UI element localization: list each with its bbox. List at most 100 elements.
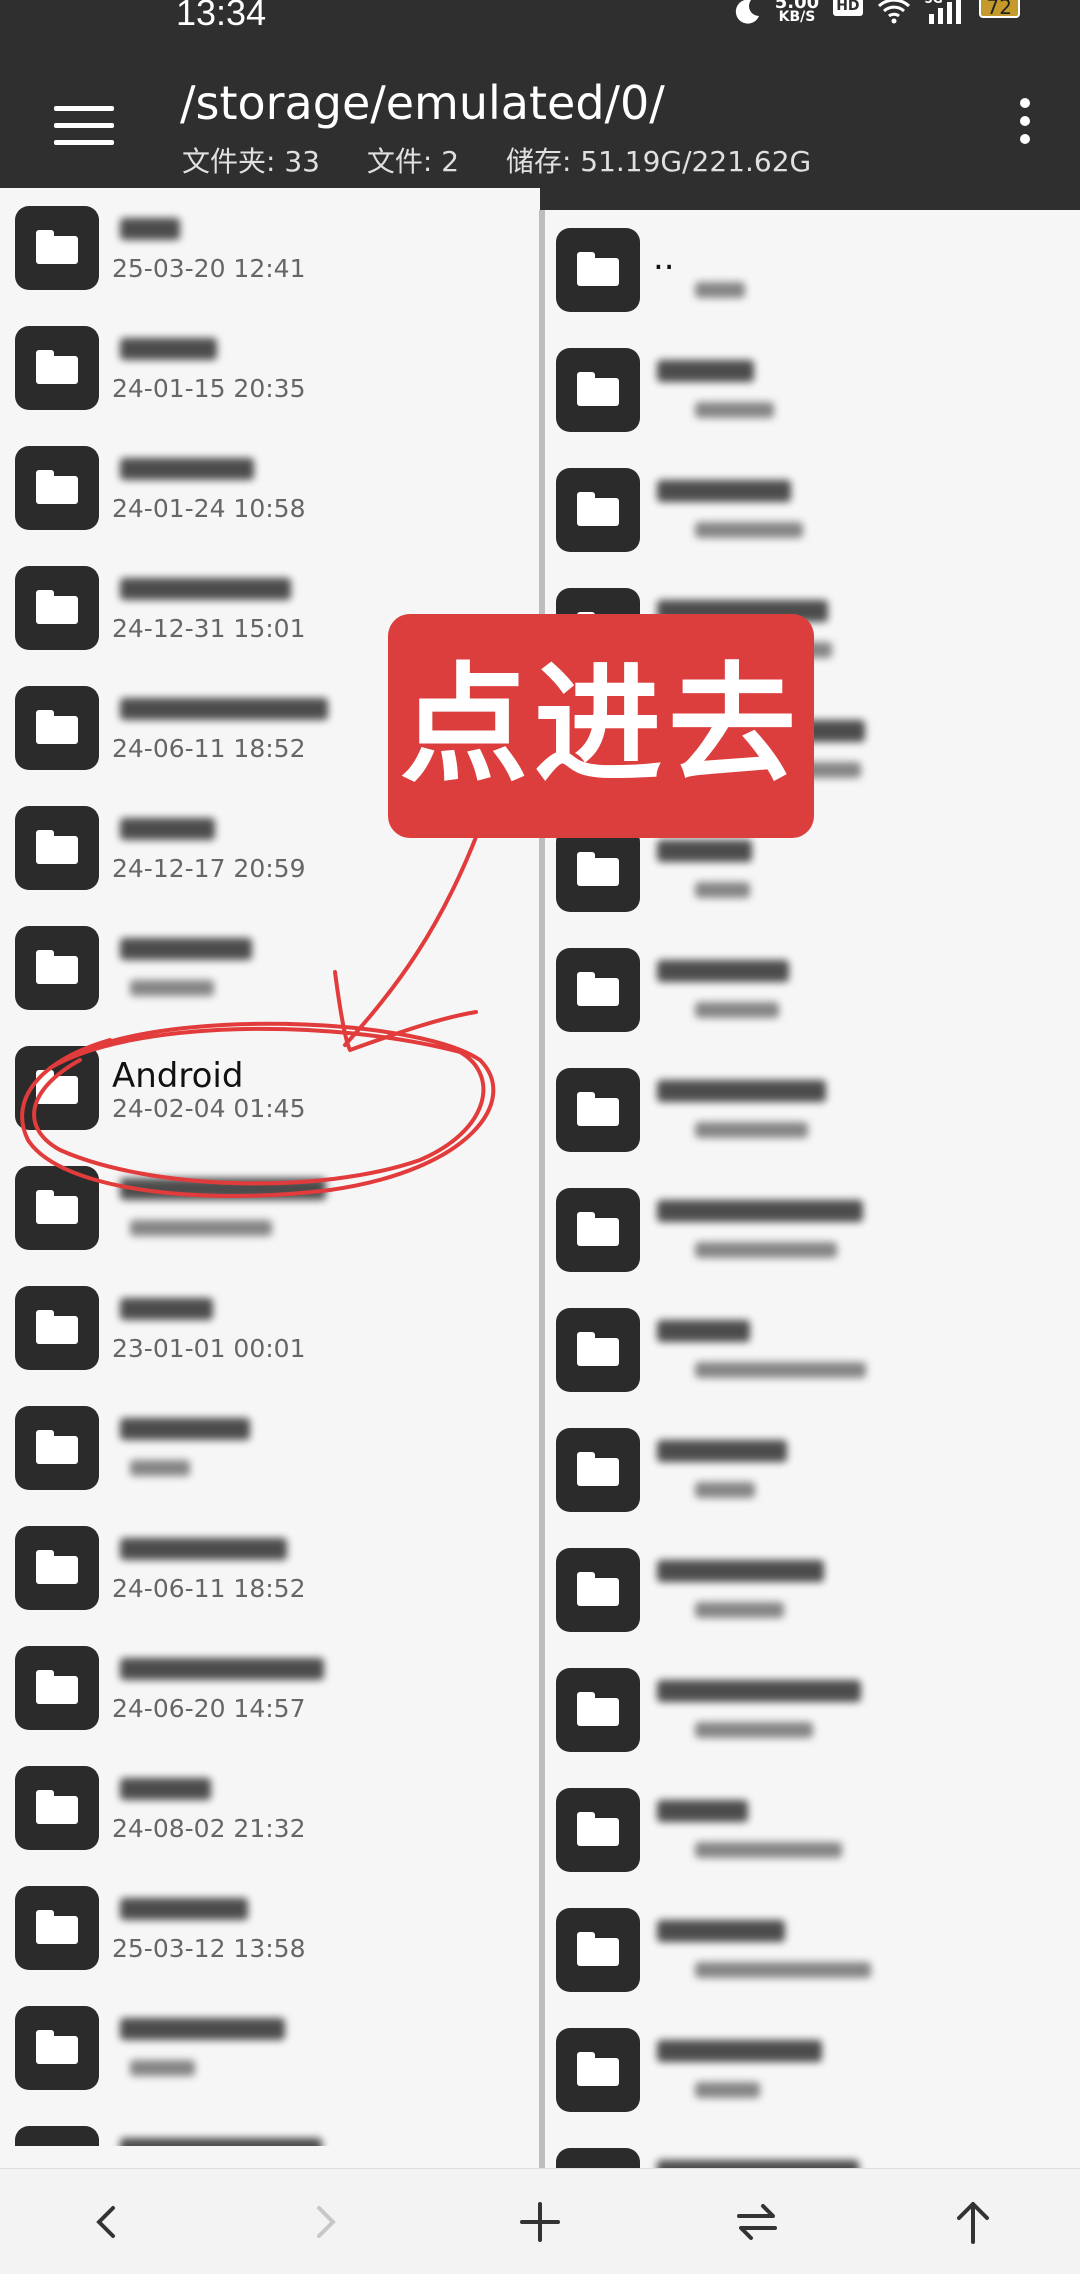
folder-icon bbox=[15, 2126, 99, 2146]
net-speed: 5.00 KB/S bbox=[775, 0, 819, 24]
folder-icon bbox=[556, 1548, 640, 1632]
folder-row[interactable] bbox=[545, 930, 1080, 1050]
battery-indicator: 72 bbox=[978, 0, 1020, 18]
folder-row[interactable] bbox=[545, 1050, 1080, 1170]
obscured-name bbox=[657, 480, 791, 502]
folder-row[interactable] bbox=[545, 1530, 1080, 1650]
folder-row[interactable] bbox=[545, 2130, 1080, 2168]
folder-icon bbox=[15, 1406, 99, 1490]
obscured-date bbox=[695, 522, 803, 538]
menu-icon[interactable] bbox=[54, 106, 114, 150]
folder-row[interactable] bbox=[545, 1770, 1080, 1890]
folder-icon bbox=[556, 1068, 640, 1152]
folder-date: 24-06-20 14:57 bbox=[112, 1694, 306, 1723]
up-icon[interactable] bbox=[918, 2169, 1028, 2274]
folder-row[interactable]: 24-08-02 21:32 bbox=[0, 1748, 540, 1868]
folder-icon bbox=[556, 348, 640, 432]
obscured-name bbox=[657, 1680, 861, 1702]
folder-count: 文件夹: 33 bbox=[182, 145, 320, 178]
folder-row[interactable] bbox=[0, 1988, 540, 2108]
folder-row[interactable] bbox=[545, 2010, 1080, 2130]
folder-row[interactable] bbox=[545, 1650, 1080, 1770]
obscured-name bbox=[120, 1178, 326, 1200]
folder-row[interactable] bbox=[545, 1170, 1080, 1290]
folder-row[interactable] bbox=[545, 450, 1080, 570]
folder-icon bbox=[15, 326, 99, 410]
folder-date: 24-06-11 18:52 bbox=[112, 734, 306, 763]
obscured-date bbox=[695, 1482, 755, 1498]
obscured-date bbox=[695, 402, 774, 418]
folder-date: 24-01-24 10:58 bbox=[112, 494, 306, 523]
folder-name: Android bbox=[112, 1056, 244, 1096]
more-options-icon[interactable] bbox=[1010, 98, 1040, 158]
folder-icon bbox=[556, 828, 640, 912]
left-file-pane[interactable]: 25-03-20 12:41 24-01-15 20:35 24-01-24 10:… bbox=[0, 188, 540, 2146]
obscured-date bbox=[695, 1602, 784, 1618]
folder-icon bbox=[15, 1646, 99, 1730]
obscured-date bbox=[130, 2060, 195, 2076]
folder-icon bbox=[556, 948, 640, 1032]
folder-row[interactable]: .. bbox=[545, 210, 1080, 330]
folder-row[interactable] bbox=[545, 1290, 1080, 1410]
obscured-name bbox=[657, 360, 754, 382]
obscured-name bbox=[120, 938, 252, 960]
wifi-icon bbox=[877, 0, 911, 29]
swap-icon[interactable] bbox=[702, 2169, 812, 2274]
net-speed-unit: KB/S bbox=[778, 9, 816, 25]
signal-icon: 5G bbox=[925, 0, 965, 29]
folder-row[interactable]: Android 24-02-04 01:45 bbox=[0, 1028, 540, 1148]
folder-row[interactable] bbox=[545, 1890, 1080, 2010]
obscured-date bbox=[695, 1722, 813, 1738]
folder-icon bbox=[556, 1188, 640, 1272]
obscured-name bbox=[657, 1200, 863, 1222]
folder-icon bbox=[556, 1308, 640, 1392]
folder-row[interactable] bbox=[0, 1388, 540, 1508]
folder-row[interactable] bbox=[0, 1148, 540, 1268]
folder-row[interactable]: 25-03-12 13:58 bbox=[0, 1868, 540, 1988]
folder-date: 24-06-11 18:52 bbox=[112, 1574, 306, 1603]
folder-row[interactable]: 24-01-15 20:35 bbox=[0, 308, 540, 428]
folder-icon bbox=[556, 1668, 640, 1752]
obscured-date bbox=[695, 1122, 808, 1138]
folder-row[interactable]: 24-06-20 14:57 bbox=[0, 1628, 540, 1748]
app-bar: /storage/emulated/0/ 文件夹: 33 文件: 2 储存: 5… bbox=[0, 36, 1080, 210]
folder-icon bbox=[15, 1046, 99, 1130]
obscured-name bbox=[120, 1538, 287, 1560]
folder-date: 24-01-15 20:35 bbox=[112, 374, 306, 403]
folder-icon bbox=[556, 228, 640, 312]
folder-icon bbox=[15, 1766, 99, 1850]
obscured-name bbox=[120, 1418, 250, 1440]
back-icon[interactable] bbox=[52, 2169, 162, 2274]
folder-icon bbox=[15, 926, 99, 1010]
folder-icon bbox=[556, 1428, 640, 1512]
status-time: 13:34 bbox=[176, 0, 267, 33]
forward-icon[interactable] bbox=[270, 2169, 380, 2274]
folder-row[interactable]: 23-01-01 00:01 bbox=[0, 1268, 540, 1388]
folder-icon bbox=[15, 686, 99, 770]
folder-row[interactable] bbox=[545, 1410, 1080, 1530]
status-bar: 13:34 5.00 KB/S HD 5G 72 bbox=[0, 0, 1080, 36]
obscured-date bbox=[130, 980, 214, 996]
folder-row[interactable] bbox=[0, 908, 540, 1028]
right-file-pane[interactable]: .. bbox=[545, 210, 1080, 2168]
folder-row[interactable]: 24-06-11 18:52 bbox=[0, 1508, 540, 1628]
folder-icon bbox=[15, 2006, 99, 2090]
folder-row[interactable] bbox=[0, 2108, 540, 2146]
folder-row[interactable] bbox=[545, 330, 1080, 450]
folder-date: 24-12-17 20:59 bbox=[112, 854, 306, 883]
obscured-name bbox=[120, 218, 180, 240]
obscured-date bbox=[695, 1242, 837, 1258]
obscured-date bbox=[130, 1460, 190, 1476]
obscured-date bbox=[695, 282, 745, 298]
storage-usage: 储存: 51.19G/221.62G bbox=[505, 145, 812, 178]
folder-name: .. bbox=[653, 238, 675, 278]
add-icon[interactable] bbox=[485, 2169, 595, 2274]
folder-icon bbox=[556, 2028, 640, 2112]
signal-label: 5G bbox=[925, 0, 943, 6]
obscured-name bbox=[120, 1298, 213, 1320]
folder-icon bbox=[15, 1886, 99, 1970]
obscured-name bbox=[120, 578, 291, 600]
folder-row[interactable]: 25-03-20 12:41 bbox=[0, 188, 540, 308]
status-icons: 5.00 KB/S HD 5G 72 bbox=[731, 0, 1020, 31]
folder-row[interactable]: 24-01-24 10:58 bbox=[0, 428, 540, 548]
